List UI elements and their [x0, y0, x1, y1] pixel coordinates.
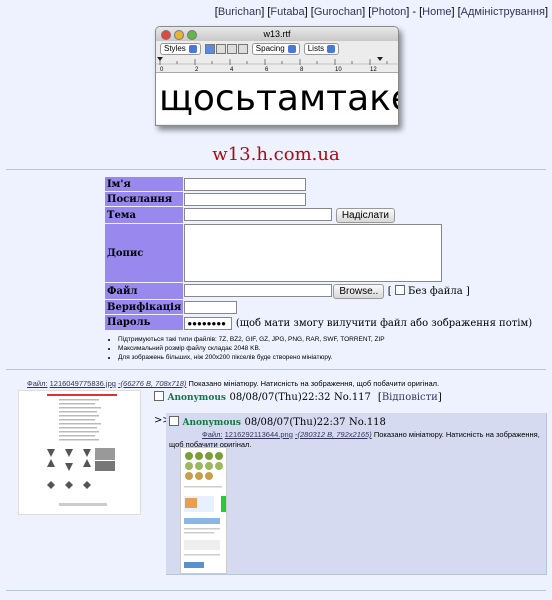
- comment-label: Допис: [105, 224, 184, 282]
- ruler-number: 10: [335, 67, 342, 72]
- style-link-burichan[interactable]: Burichan: [218, 6, 261, 18]
- logo-lists-select: Lists: [303, 42, 340, 55]
- password-input[interactable]: ●●●●●●●●: [184, 316, 233, 330]
- logo-styles-label: Styles: [164, 43, 186, 53]
- logo-styles-select: Styles: [160, 42, 201, 55]
- reply-file-link[interactable]: 1216292113644.png: [225, 430, 293, 439]
- op-thumbnail[interactable]: [18, 390, 141, 515]
- style-link-photon[interactable]: Photon: [371, 6, 406, 18]
- logo-ruler: 0 2 4 6 8 10 12: [156, 56, 398, 73]
- op-thumbnail-drawing: [19, 391, 140, 514]
- reply-poster-name: Anonymous: [182, 418, 241, 428]
- verify-label: Верифікація: [105, 300, 184, 314]
- divider: [6, 369, 546, 370]
- op-reply-group: [Відповісти]: [377, 392, 442, 403]
- reply-link[interactable]: Відповісти: [382, 392, 438, 403]
- op-file-meta[interactable]: -(66276 B, 708x718): [118, 379, 186, 388]
- reply-thumbnail-drawing: [181, 448, 226, 573]
- bracket: ]: [304, 6, 308, 18]
- alignment-icons: [204, 43, 248, 54]
- ruler-number: 8: [300, 67, 304, 72]
- nofile-group: [ Без файла ]: [387, 284, 470, 297]
- verify-input[interactable]: [184, 301, 238, 314]
- nofile-label: Без файла: [408, 285, 463, 297]
- reply-file-meta[interactable]: -(280312 B, 792x2165): [295, 430, 372, 439]
- board-logo: w13.rtf Styles Spacing Lists 0 2 4 6 8 1…: [155, 26, 399, 126]
- logo-titlebar: w13.rtf: [156, 27, 398, 41]
- zoom-light-icon: [187, 30, 197, 40]
- separator: - [: [409, 6, 423, 18]
- reply-thumbnail[interactable]: [180, 447, 227, 574]
- logo-spacing-label: Spacing: [255, 43, 285, 53]
- op-poster-name: Anonymous: [167, 393, 226, 403]
- file-path-input[interactable]: [184, 284, 333, 297]
- subject-label: Тема: [105, 207, 184, 223]
- nofile-checkbox[interactable]: [394, 284, 405, 295]
- bracket: ]: [451, 6, 455, 18]
- ruler-number: 0: [160, 67, 164, 72]
- ruler-number: 2: [195, 67, 199, 72]
- op-thumb-note: Показано мініатюру. Натисність на зображ…: [188, 379, 440, 388]
- align-justify-icon: [226, 43, 237, 54]
- comment-textarea[interactable]: [184, 224, 443, 282]
- ruler-number: 12: [370, 67, 377, 72]
- file-label: Файл: [105, 283, 184, 299]
- reply-post-date: 08/08/07(Thu)22:37: [244, 417, 346, 428]
- op-file-link[interactable]: 1216049775836.jpg: [50, 379, 116, 388]
- name-input[interactable]: [184, 178, 307, 191]
- ruler-number: 4: [230, 67, 234, 72]
- op-post-number[interactable]: No.117: [334, 392, 371, 403]
- divider: [6, 169, 546, 170]
- admin-link[interactable]: Адміністрування: [461, 6, 545, 18]
- submit-button[interactable]: Надіслати: [335, 207, 396, 223]
- rule-item: Для зображень більших, ніж 200x200 піксе…: [118, 353, 385, 362]
- name-label: Ім'я: [105, 177, 184, 191]
- bracket: ]: [362, 6, 366, 18]
- minimize-light-icon: [174, 30, 184, 40]
- logo-spacing-select: Spacing: [251, 42, 300, 55]
- op-post-header: Anonymous 08/08/07(Thu)22:32 No.117 [Від…: [154, 390, 442, 403]
- reply-post-number[interactable]: No.118: [349, 417, 386, 428]
- select-arrow-icon: [287, 44, 296, 53]
- op-file-prefix[interactable]: Файл:: [27, 379, 48, 388]
- rule-item: Максимальний розмір файлу складає 2048 K…: [118, 344, 385, 353]
- ruler-ticks: 0 2 4 6 8 10 12: [156, 57, 398, 72]
- window-controls: [161, 30, 197, 40]
- browse-button[interactable]: Browse..: [333, 283, 385, 299]
- password-label: Пароль: [105, 315, 184, 330]
- align-left-icon: [204, 43, 215, 54]
- ruler-number: 6: [265, 67, 269, 72]
- op-file-info: Файл: 1216049775836.jpg -(66276 B, 708x7…: [27, 379, 439, 388]
- style-link-gurochan[interactable]: Gurochan: [314, 6, 362, 18]
- select-arrow-icon: [327, 44, 336, 53]
- subject-input[interactable]: [184, 208, 333, 221]
- style-link-futaba[interactable]: Futaba: [270, 6, 304, 18]
- password-hint: (щоб мати змогу вилучити файл або зображ…: [235, 317, 533, 329]
- rules-list: Підтримуються такі типи файлів: 7Z, BZ2,…: [108, 335, 385, 362]
- home-link[interactable]: Home: [422, 6, 451, 18]
- divider: [6, 590, 546, 591]
- site-name: w13.h.com.ua: [212, 144, 340, 165]
- reply-file-prefix[interactable]: Файл:: [202, 430, 223, 439]
- logo-text: щосьтамтаке: [156, 73, 398, 124]
- align-center-icon: [215, 43, 226, 54]
- select-arrow-icon: [188, 44, 197, 53]
- logo-toolbar: Styles Spacing Lists: [156, 41, 398, 56]
- link-label: Посилання: [105, 192, 184, 206]
- rule-item: Підтримуються такі типи файлів: 7Z, BZ2,…: [118, 335, 385, 344]
- link-input[interactable]: [184, 193, 307, 206]
- reply-delete-checkbox[interactable]: [169, 416, 179, 426]
- bracket: ]: [261, 6, 265, 18]
- reply-post-header: Anonymous 08/08/07(Thu)22:37 No.118: [169, 415, 386, 428]
- logo-window-title: w13.rtf: [263, 29, 291, 39]
- post-form: Ім'я Посилання Тема Надіслати Допис Файл…: [104, 176, 533, 331]
- logo-lists-label: Lists: [307, 43, 325, 53]
- op-delete-checkbox[interactable]: [154, 391, 164, 401]
- bracket: ]: [544, 6, 548, 18]
- op-post-date: 08/08/07(Thu)22:32: [229, 392, 331, 403]
- close-light-icon: [161, 30, 171, 40]
- style-nav: [Burichan] [Futaba] [Gurochan] [Photon] …: [215, 6, 548, 18]
- align-right-icon: [237, 43, 248, 54]
